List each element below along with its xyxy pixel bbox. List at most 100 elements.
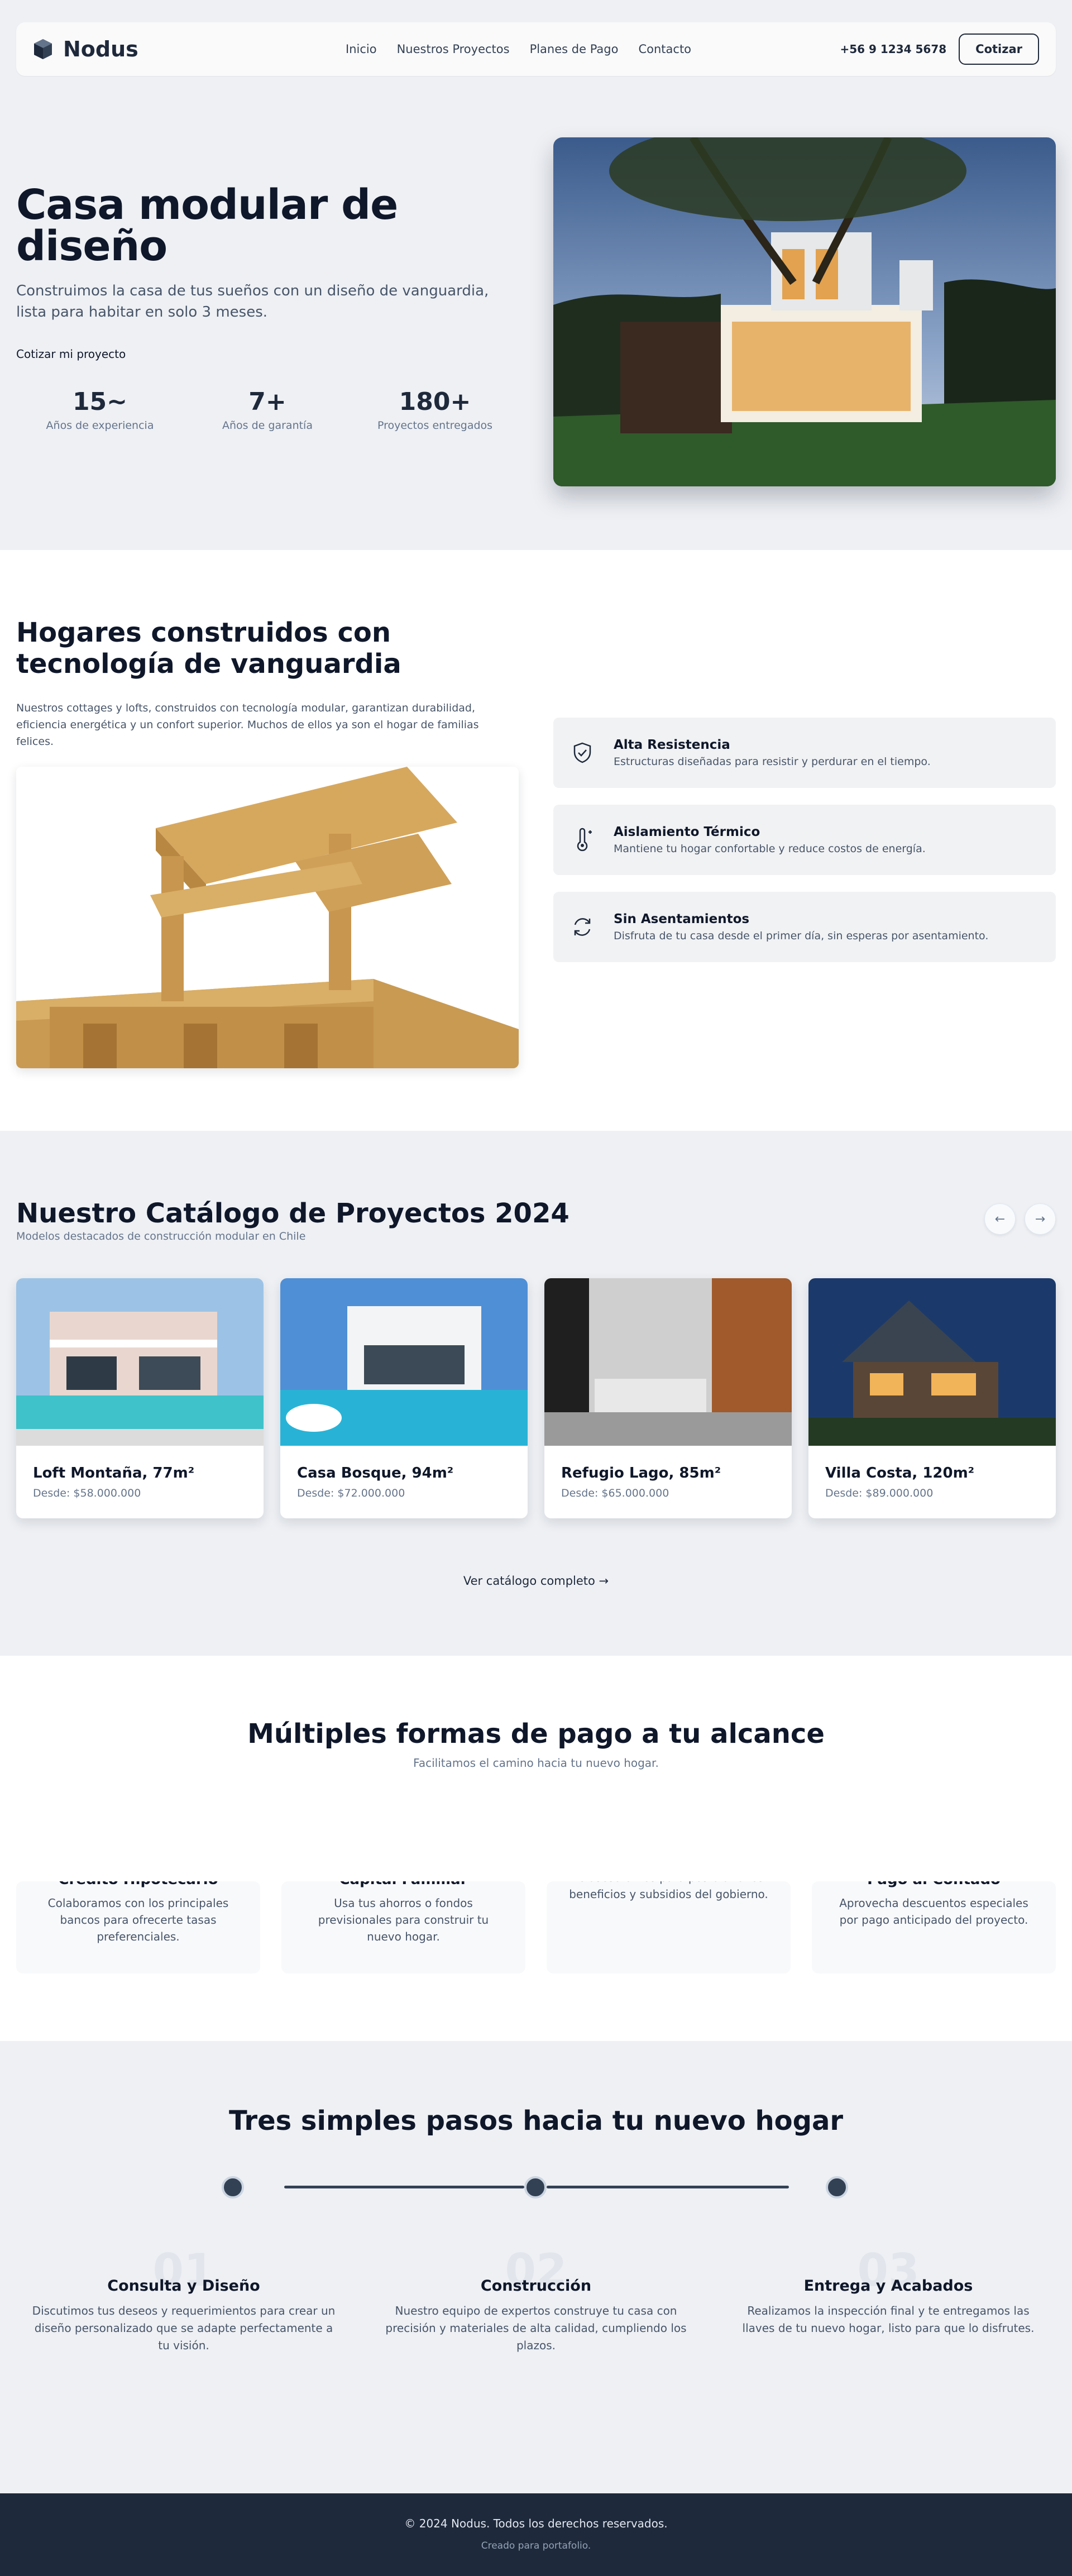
project-image [16, 1278, 264, 1446]
feature-description: Estructuras diseñadas para resistir y pe… [614, 756, 931, 768]
timeline-line [284, 2186, 524, 2188]
step-item: 02 Construcción Nuestro equipo de expert… [368, 2248, 704, 2354]
project-price: Desde: $58.000.000 [33, 1487, 141, 1499]
nav-link-inicio[interactable]: Inicio [346, 42, 377, 56]
project-title: Villa Costa, 120m² [825, 1465, 975, 1481]
navbar: Nodus Inicio Nuestros Proyectos Planes d… [16, 22, 1056, 76]
payment-card-desc: Colaboramos con los principales bancos p… [47, 1896, 229, 1943]
footer-credit: Creado para portafolio. [481, 2540, 591, 2551]
feature-title: Sin Asentamientos [614, 912, 750, 926]
cotizar-button[interactable]: Cotizar [959, 34, 1039, 65]
nav-link-proyectos[interactable]: Nuestros Proyectos [397, 42, 510, 56]
timeline-line [547, 2186, 789, 2188]
timeline-dot [524, 2176, 547, 2199]
features-content: Hogares construidos con tecnología de va… [16, 617, 519, 1068]
catalog-title: Nuestro Catálogo de Proyectos 2024 [16, 1198, 570, 1229]
payment-section: Múltiples formas de pago a tu alcance Fa… [0, 1656, 1072, 2041]
feature-card: Sin Asentamientos Disfruta de tu casa de… [553, 892, 1056, 962]
payment-cards: Crédito Hipotecario Colaboramos con los … [16, 1881, 1056, 1973]
project-image [808, 1278, 1056, 1446]
features-title: Hogares construidos con tecnología de va… [16, 617, 401, 680]
catalog-cards: Loft Montaña, 77m² Desde: $58.000.000 Ca… [16, 1278, 1056, 1518]
steps-section: Tres simples pasos hacia tu nuevo hogar … [0, 2041, 1072, 2493]
nav-links: Inicio Nuestros Proyectos Planes de Pago… [346, 42, 691, 56]
feature-card: Alta Resistencia Estructuras diseñadas p… [553, 718, 1056, 788]
step-title: Consulta y Diseño [107, 2277, 260, 2295]
project-price: Desde: $72.000.000 [297, 1487, 405, 1499]
nav-link-pagos[interactable]: Planes de Pago [530, 42, 619, 56]
payment-card: Capital Familiar Usa tus ahorros o fondo… [281, 1881, 525, 1973]
project-image [280, 1278, 528, 1446]
carousel-controls: ← → [984, 1203, 1056, 1235]
payment-card-desc: Usa tus ahorros o fondos previsionales p… [318, 1896, 489, 1943]
nav-link-contacto[interactable]: Contacto [638, 42, 691, 56]
shield-icon [573, 742, 591, 763]
stat-label: Proyectos entregados [377, 419, 493, 432]
payment-card: Crédito Hipotecario Colaboramos con los … [16, 1881, 260, 1973]
payment-card-desc: Te asesoramos para postular a los benefi… [569, 1881, 768, 1901]
project-title: Refugio Lago, 85m² [561, 1465, 721, 1481]
features-description: Nuestros cottages y lofts, construidos c… [16, 702, 479, 748]
step-item: 03 Entrega y Acabados Realizamos la insp… [721, 2248, 1056, 2354]
step-item: 01 Consulta y Diseño Discutimos tus dese… [16, 2248, 351, 2354]
hero-section: Nodus Inicio Nuestros Proyectos Planes d… [0, 0, 1072, 550]
stat-item: 15~ Años de experiencia [16, 388, 184, 432]
logo[interactable]: Nodus [33, 37, 138, 61]
footer: © 2024 Nodus. Todos los derechos reserva… [0, 2493, 1072, 2576]
step-description: Discutimos tus deseos y requerimientos p… [32, 2304, 336, 2352]
step-title: Construcción [480, 2277, 592, 2295]
timeline-dot [826, 2176, 848, 2199]
refresh-icon [574, 918, 591, 936]
payment-card-title: Pago al Contado [834, 1881, 1033, 1888]
stat-value: 7+ [248, 388, 286, 416]
stat-label: Años de experiencia [46, 419, 154, 432]
sip-structure-image [16, 767, 519, 1068]
payment-card: Pago al Contado Aprovecha descuentos esp… [812, 1881, 1056, 1973]
project-card[interactable]: Casa Bosque, 94m² Desde: $72.000.000 [280, 1278, 528, 1518]
nav-right: +56 9 1234 5678 Cotizar [840, 34, 1039, 65]
project-title: Loft Montaña, 77m² [33, 1465, 195, 1481]
step-description: Realizamos la inspección final y te entr… [742, 2304, 1035, 2335]
modern-house-photo [553, 137, 1056, 486]
timeline-dot [222, 2176, 244, 2199]
thermometer-icon [577, 828, 592, 852]
carousel-next-button[interactable]: → [1025, 1203, 1056, 1235]
feature-description: Mantiene tu hogar confortable y reduce c… [614, 843, 926, 855]
catalog-section: Nuestro Catálogo de Proyectos 2024 Model… [0, 1131, 1072, 1656]
steps-title: Tres simples pasos hacia tu nuevo hogar [228, 2105, 844, 2137]
payment-card-title: Capital Familiar [304, 1881, 503, 1888]
features-section: Hogares construidos con tecnología de va… [0, 550, 1072, 1131]
project-card[interactable]: Loft Montaña, 77m² Desde: $58.000.000 [16, 1278, 264, 1518]
feature-description: Disfruta de tu casa desde el primer día,… [614, 930, 989, 942]
payment-subtitle: Facilitamos el camino hacia tu nuevo hog… [413, 1756, 659, 1770]
feature-title: Alta Resistencia [614, 738, 730, 752]
step-title: Entrega y Acabados [803, 2277, 973, 2295]
stat-item: 180+ Proyectos entregados [351, 388, 519, 432]
project-image [544, 1278, 792, 1446]
project-card[interactable]: Refugio Lago, 85m² Desde: $65.000.000 [544, 1278, 792, 1518]
cotizar-proyecto-link[interactable]: Cotizar mi proyecto [16, 347, 126, 361]
payment-card: Te asesoramos para postular a los benefi… [547, 1881, 791, 1973]
hero-content: Casa modular de diseño Construimos la ca… [16, 137, 519, 486]
logo-cube-icon [34, 39, 52, 59]
feature-card: Aislamiento Térmico Mantiene tu hogar co… [553, 805, 1056, 875]
stat-item: 7+ Años de garantía [184, 388, 351, 432]
feature-title: Aislamiento Térmico [614, 825, 760, 839]
stats: 15~ Años de experiencia 7+ Años de garan… [16, 388, 519, 432]
hero: Casa modular de diseño Construimos la ca… [16, 137, 1056, 486]
step-description: Nuestro equipo de expertos construye tu … [385, 2304, 687, 2352]
stat-value: 15~ [72, 388, 128, 416]
hero-title: Casa modular de diseño [16, 181, 398, 270]
stat-label: Años de garantía [222, 419, 313, 432]
footer-copyright: © 2024 Nodus. Todos los derechos reserva… [404, 2517, 668, 2530]
phone-number[interactable]: +56 9 1234 5678 [840, 42, 946, 56]
project-price: Desde: $89.000.000 [825, 1487, 934, 1499]
project-price: Desde: $65.000.000 [561, 1487, 669, 1499]
carousel-prev-button[interactable]: ← [984, 1203, 1016, 1235]
hero-house-image [553, 137, 1056, 486]
payment-card-title: Crédito Hipotecario [39, 1881, 238, 1888]
features-list: Alta Resistencia Estructuras diseñadas p… [553, 617, 1056, 1068]
stat-value: 180+ [399, 388, 471, 416]
project-card[interactable]: Villa Costa, 120m² Desde: $89.000.000 [808, 1278, 1056, 1518]
ver-catalogo-link[interactable]: Ver catálogo completo → [0, 1574, 1072, 1588]
